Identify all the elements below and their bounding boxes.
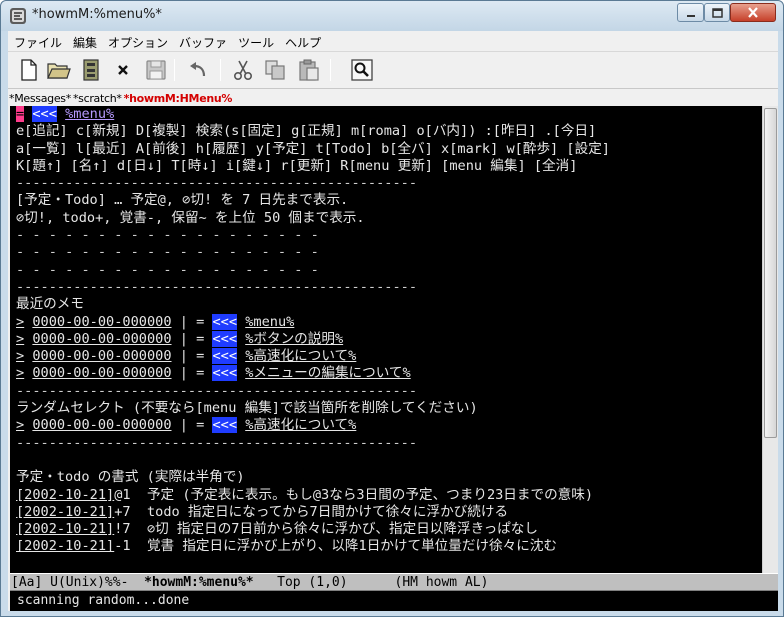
mode-line-position: Top (1,0) (HM howm AL) [253,575,489,590]
random-select-heading: ランダムセレクト (不要なら[menu 編集]で該当箇所を削除してください) [16,400,478,417]
menu-keys-line-2[interactable]: a[一覧] l[最近] A[前後] h[履歴] y[予定] t[Todo] b[… [16,141,762,158]
emacs-app-icon [10,8,26,24]
dashed-line-1: - - - - - - - - - - - - - - - - - - - [16,227,319,244]
back-link[interactable]: <<< [32,106,57,122]
menu-title-link[interactable]: %menu% [65,106,114,122]
scrollbar-thumb[interactable] [764,108,777,438]
minibuffer[interactable]: scanning random...done [10,591,778,611]
close-buffer-button[interactable] [110,57,136,83]
tab-howm-menu[interactable]: *howmM:HMenu% [123,92,234,105]
paste-icon [299,59,319,81]
menu-keys-line-3[interactable]: K[題↑] [名↑] d[日↓] T[時↓] i[鍵↓] r[更新] R[men… [16,158,762,175]
save-as-button[interactable] [143,57,169,83]
search-button[interactable] [349,57,375,83]
format-heading: 予定・todo の書式 (実際は半角で) [16,469,245,486]
format-line-schedule: [2002-10-21]@1 予定 (予定表に表示。もし@3なら3日間の予定、つ… [16,486,594,503]
save-disk-icon [83,59,99,81]
close-button[interactable] [730,3,776,22]
mode-line-status: [Aa] U(Unix)%%- [11,575,145,590]
save-button[interactable] [78,57,104,83]
title-marker: = [16,106,25,122]
menu-file[interactable]: ファイル [8,31,67,51]
new-file-button[interactable] [16,57,42,83]
menu-keys-line-1[interactable]: e[追記] c[新規] D[複製] 検索(s[固定] g[正規] m[roma]… [16,123,762,140]
recent-memo-item[interactable]: > 0000-00-00-000000 | = <<< %ボタンの説明% [16,330,762,348]
menu-bar: ファイル 編集 オプション バッファ ツール ヘルプ [8,31,778,51]
separator-line: ----------------------------------------… [16,382,418,399]
copy-icon [265,60,285,80]
undo-icon [190,62,206,77]
application-window: *howmM:%menu%* ファイル 編集 オプション バッファ ツール ヘル… [0,0,784,617]
tab-scratch[interactable]: *scratch* [72,92,123,105]
save-as-icon [146,60,166,80]
recent-memo-item[interactable]: > 0000-00-00-000000 | = <<< %メニューの編集について… [16,365,762,382]
mode-line-buffer-name: *howmM:%menu%* [144,575,254,590]
menu-tools[interactable]: ツール [232,31,279,51]
close-x-icon [118,65,128,75]
toolbar [8,51,778,89]
minimize-button[interactable] [677,3,704,22]
dashed-line-2: - - - - - - - - - - - - - - - - - - - [16,244,319,261]
back-link[interactable]: <<< [212,330,238,347]
menu-buffers[interactable]: バッファ [173,31,232,51]
separator-line: ----------------------------------------… [16,278,418,295]
editor-buffer[interactable]: = <<< %menu% e[追記] c[新規] D[複製] 検索(s[固定] g… [10,106,762,573]
menu-edit[interactable]: 編集 [67,31,102,51]
cut-icon [233,60,253,81]
menu-options[interactable]: オプション [102,31,173,51]
undo-button[interactable] [185,57,211,83]
recent-memo-item[interactable]: > 0000-00-00-000000 | = <<< %menu% [16,313,762,331]
search-icon [351,59,373,81]
client-area: ファイル 編集 オプション バッファ ツール ヘルプ *Messages* *s… [8,31,778,611]
random-memo-item[interactable]: > 0000-00-00-000000 | = <<< %高速化について% [16,417,762,434]
back-link[interactable]: <<< [212,365,238,382]
back-link[interactable]: <<< [212,348,238,365]
paste-button[interactable] [296,57,322,83]
schedule-note-1: [予定・Todo] … 予定@, ⊘切! を 7 日先まで表示. [16,192,349,209]
recent-memo-item[interactable]: > 0000-00-00-000000 | = <<< %高速化について% [16,348,762,365]
separator-line: ----------------------------------------… [16,175,418,192]
buffer-tab-bar: *Messages* *scratch* *howmM:HMenu% [8,90,778,106]
window-title: *howmM:%menu%* [32,7,162,22]
copy-button[interactable] [262,57,288,83]
minimize-icon [686,14,695,17]
menu-header-line: = <<< %menu% [16,106,762,123]
format-line-todo: [2002-10-21]+7 todo 指定日になってから7日間かけて徐々に浮か… [16,503,509,520]
open-folder-icon [47,63,71,79]
menu-help[interactable]: ヘルプ [279,31,326,51]
maximize-icon [711,7,723,18]
recent-memos-heading: 最近のメモ [16,296,84,313]
back-link[interactable]: <<< [212,313,238,330]
back-link[interactable]: <<< [212,417,238,434]
close-icon [748,7,758,18]
maximize-button[interactable] [704,3,730,22]
format-line-reminder: [2002-10-21]-1 覚書 指定日に浮かび上がり、以降1日かけて単位量だ… [16,538,558,555]
tab-messages[interactable]: *Messages* [8,92,72,105]
new-file-icon [21,59,37,81]
vertical-scrollbar[interactable] [762,106,778,573]
title-bar[interactable]: *howmM:%menu%* [1,1,783,31]
format-line-deadline: [2002-10-21]!7 ⊘切 指定日の7日前から徐々に浮かび、指定日以降浮… [16,521,538,538]
dashed-line-3: - - - - - - - - - - - - - - - - - - - [16,261,319,278]
open-folder-button[interactable] [46,57,72,83]
mode-line: [Aa] U(Unix)%%- *howmM:%menu%* Top (1,0)… [10,573,778,591]
separator-line: ----------------------------------------… [16,434,418,451]
schedule-note-2: ⊘切!, todo+, 覚書-, 保留~ を上位 50 個まで表示. [16,209,365,226]
cut-button[interactable] [230,57,256,83]
